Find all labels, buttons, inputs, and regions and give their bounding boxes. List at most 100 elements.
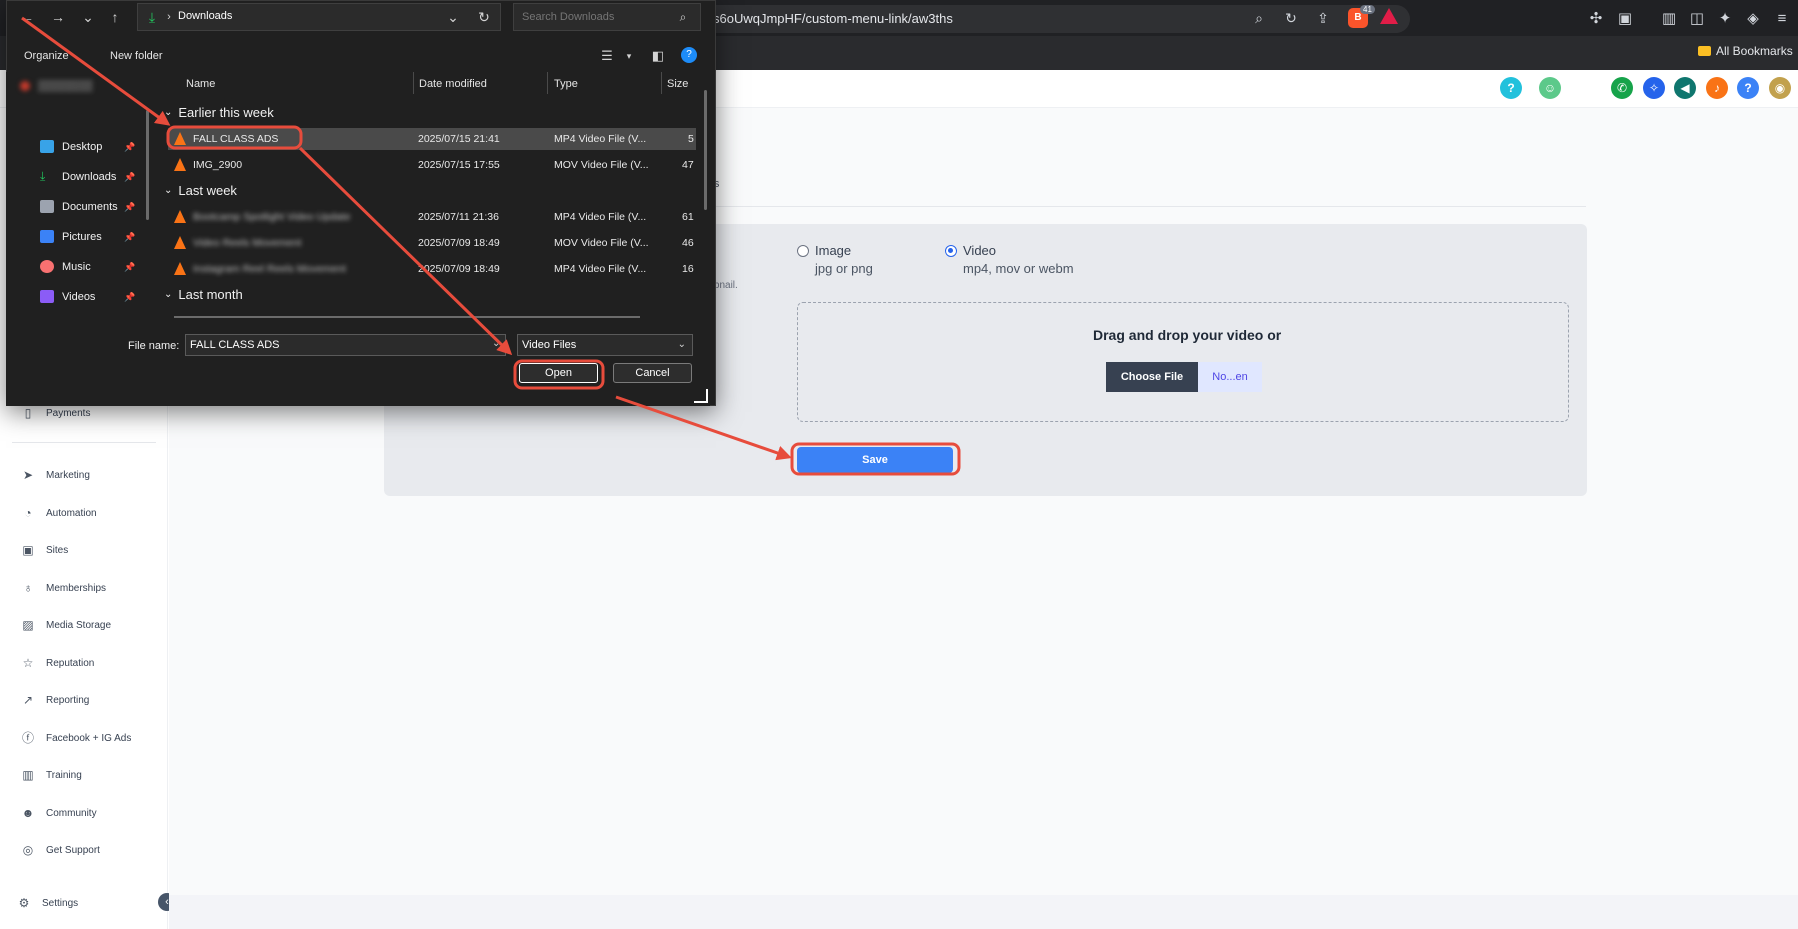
horizontal-scrollbar[interactable] [174, 316, 640, 318]
share-icon[interactable]: ⇪ [1314, 9, 1332, 27]
pin-icon[interactable]: 📌 [124, 172, 135, 183]
preview-pane-icon[interactable]: ◧ [647, 47, 669, 65]
sidebar-toggle-icon[interactable]: ▥ [1659, 9, 1679, 29]
zoom-icon[interactable]: ⌕ [1250, 9, 1268, 27]
column-name[interactable]: Name [186, 78, 215, 90]
sidebar-item-community[interactable]: ☻ Community [20, 805, 97, 821]
sidebar-item-payments[interactable]: ▯ Payments [20, 405, 91, 421]
url-text[interactable]: s6oUwqJmpHF/custom-menu-link/aw3ths [713, 11, 953, 26]
bell-icon[interactable]: ♪ [1706, 77, 1728, 99]
pin-icon[interactable]: 📌 [124, 232, 135, 243]
nav-item-music[interactable]: Music [40, 260, 91, 273]
resize-grip-icon[interactable] [694, 389, 708, 403]
file-name-input[interactable] [185, 334, 506, 356]
avatar[interactable]: ◉ [1769, 77, 1791, 99]
sidebar-item-sites[interactable]: ▣ Sites [20, 542, 68, 558]
sidebar-item-facebook-ads[interactable]: ⓕ Facebook + IG Ads [20, 730, 131, 746]
send-icon: ➤ [22, 468, 34, 482]
pin-icon[interactable]: 📌 [124, 142, 135, 153]
help-icon[interactable]: ? [681, 47, 697, 63]
phone-icon[interactable]: ✆ [1611, 77, 1633, 99]
picture-icon [40, 230, 54, 243]
nav-item-documents[interactable]: Documents [40, 200, 118, 213]
up-icon[interactable]: ↑ [104, 8, 126, 26]
breadcrumb[interactable]: Downloads [178, 10, 232, 22]
back-icon[interactable]: ← [16, 8, 38, 26]
question-icon[interactable]: ? [1737, 77, 1759, 99]
column-separator[interactable] [413, 72, 414, 94]
nav-item-desktop[interactable]: Desktop [40, 140, 102, 153]
brave-rewards-icon[interactable] [1380, 8, 1398, 24]
vpn-icon[interactable]: ◈ [1743, 9, 1763, 29]
sidebar-item-training[interactable]: ▥ Training [20, 767, 81, 783]
file-type: MOV Video File (V... [554, 159, 649, 171]
save-button[interactable]: Save [797, 447, 953, 473]
new-folder-button[interactable]: New folder [110, 50, 163, 62]
file-type-select[interactable]: Video Files ⌄ [517, 334, 693, 356]
column-separator[interactable] [661, 72, 662, 94]
leo-icon[interactable]: ✦ [1715, 9, 1735, 29]
reader-icon[interactable]: ▣ [1615, 9, 1635, 29]
group-earlier-this-week[interactable]: ⌄ Earlier this week [164, 105, 274, 120]
wallet-icon[interactable]: ◫ [1687, 9, 1707, 29]
forward-icon[interactable]: → [47, 8, 69, 26]
gear-icon: ⚙ [18, 896, 30, 910]
column-size[interactable]: Size [667, 78, 688, 90]
pin-icon[interactable]: 📌 [124, 202, 135, 213]
column-date[interactable]: Date modified [419, 78, 487, 90]
video-radio[interactable] [945, 245, 957, 257]
column-separator[interactable] [547, 72, 548, 94]
refresh-icon[interactable]: ↻ [473, 8, 495, 26]
file-row[interactable]: Bootcamp Spotlight Video Update 2025/07/… [168, 206, 696, 228]
file-row[interactable]: Instagram Reel Reels Movement 2025/07/09… [168, 258, 696, 280]
file-row[interactable]: Video Reels Movement 2025/07/09 18:49 MO… [168, 232, 696, 254]
sidebar-item-marketing[interactable]: ➤ Marketing [20, 467, 90, 483]
view-list-icon[interactable]: ☰ [596, 47, 618, 65]
sidebar-item-get-support[interactable]: ◎ Get Support [20, 842, 100, 858]
megaphone-icon[interactable]: ◀ [1674, 77, 1696, 99]
sidebar-item-automation[interactable]: ◔ Automation [20, 505, 96, 521]
navpane-scrollbar[interactable] [146, 110, 149, 220]
help-circle-icon[interactable]: ? [1500, 77, 1522, 99]
navigation-pane [6, 72, 152, 326]
organize-button[interactable]: Organize [24, 50, 69, 62]
file-row[interactable]: FALL CLASS ADS 2025/07/15 21:41 MP4 Vide… [168, 128, 696, 150]
chevron-down-icon: ⌄ [164, 107, 173, 118]
choose-file-button[interactable]: Choose File [1106, 362, 1198, 392]
image-radio[interactable] [797, 245, 809, 257]
column-type[interactable]: Type [554, 78, 578, 90]
vlc-icon [174, 158, 186, 171]
facebook-icon: ⓕ [21, 731, 34, 745]
award-icon: ♁ [23, 581, 33, 595]
chevron-down-icon[interactable]: ⌄ [492, 338, 500, 349]
all-bookmarks[interactable]: All Bookmarks [1698, 44, 1793, 58]
history-icon[interactable]: ↻ [1282, 9, 1300, 27]
magic-icon[interactable]: ✧ [1643, 77, 1665, 99]
view-dropdown-icon[interactable]: ▾ [618, 47, 640, 65]
bot-icon[interactable]: ☺ [1539, 77, 1561, 99]
path-dropdown-icon[interactable]: ⌄ [442, 8, 464, 26]
sidebar-item-memberships[interactable]: ♁ Memberships [20, 580, 107, 596]
sidebar-item-media-storage[interactable]: ▨ Media Storage [20, 617, 111, 633]
pin-icon[interactable]: 📌 [124, 262, 135, 273]
group-last-week[interactable]: ⌄ Last week [164, 183, 237, 198]
group-label: Last month [178, 287, 243, 302]
open-button[interactable]: Open [519, 363, 598, 383]
pin-icon[interactable]: 📌 [124, 292, 135, 303]
file-row[interactable]: IMG_2900 2025/07/15 17:55 MOV Video File… [168, 154, 696, 176]
chevron-down-icon[interactable]: ⌄ [77, 8, 99, 26]
nav-item-videos[interactable]: Videos [40, 290, 95, 303]
cancel-button[interactable]: Cancel [613, 363, 692, 383]
breadcrumb-chevron-icon: › [167, 11, 171, 23]
group-last-month[interactable]: ⌄ Last month [164, 287, 243, 302]
nav-item-downloads[interactable]: ⤓ Downloads [40, 170, 116, 183]
nav-item-account[interactable]: ▒▒▒▒▒▒▒ [20, 80, 93, 92]
menu-icon[interactable]: ≡ [1772, 9, 1792, 29]
sidebar-item-reporting[interactable]: ↗ Reporting [20, 692, 89, 708]
extensions-icon[interactable]: ✣ [1586, 9, 1606, 29]
sidebar-item-reputation[interactable]: ☆ Reputation [20, 655, 95, 671]
vertical-scrollbar[interactable] [704, 90, 707, 210]
file-date: 2025/07/15 17:55 [418, 159, 500, 171]
sidebar-item-settings[interactable]: ⚙ Settings [16, 895, 79, 911]
nav-item-pictures[interactable]: Pictures [40, 230, 102, 243]
